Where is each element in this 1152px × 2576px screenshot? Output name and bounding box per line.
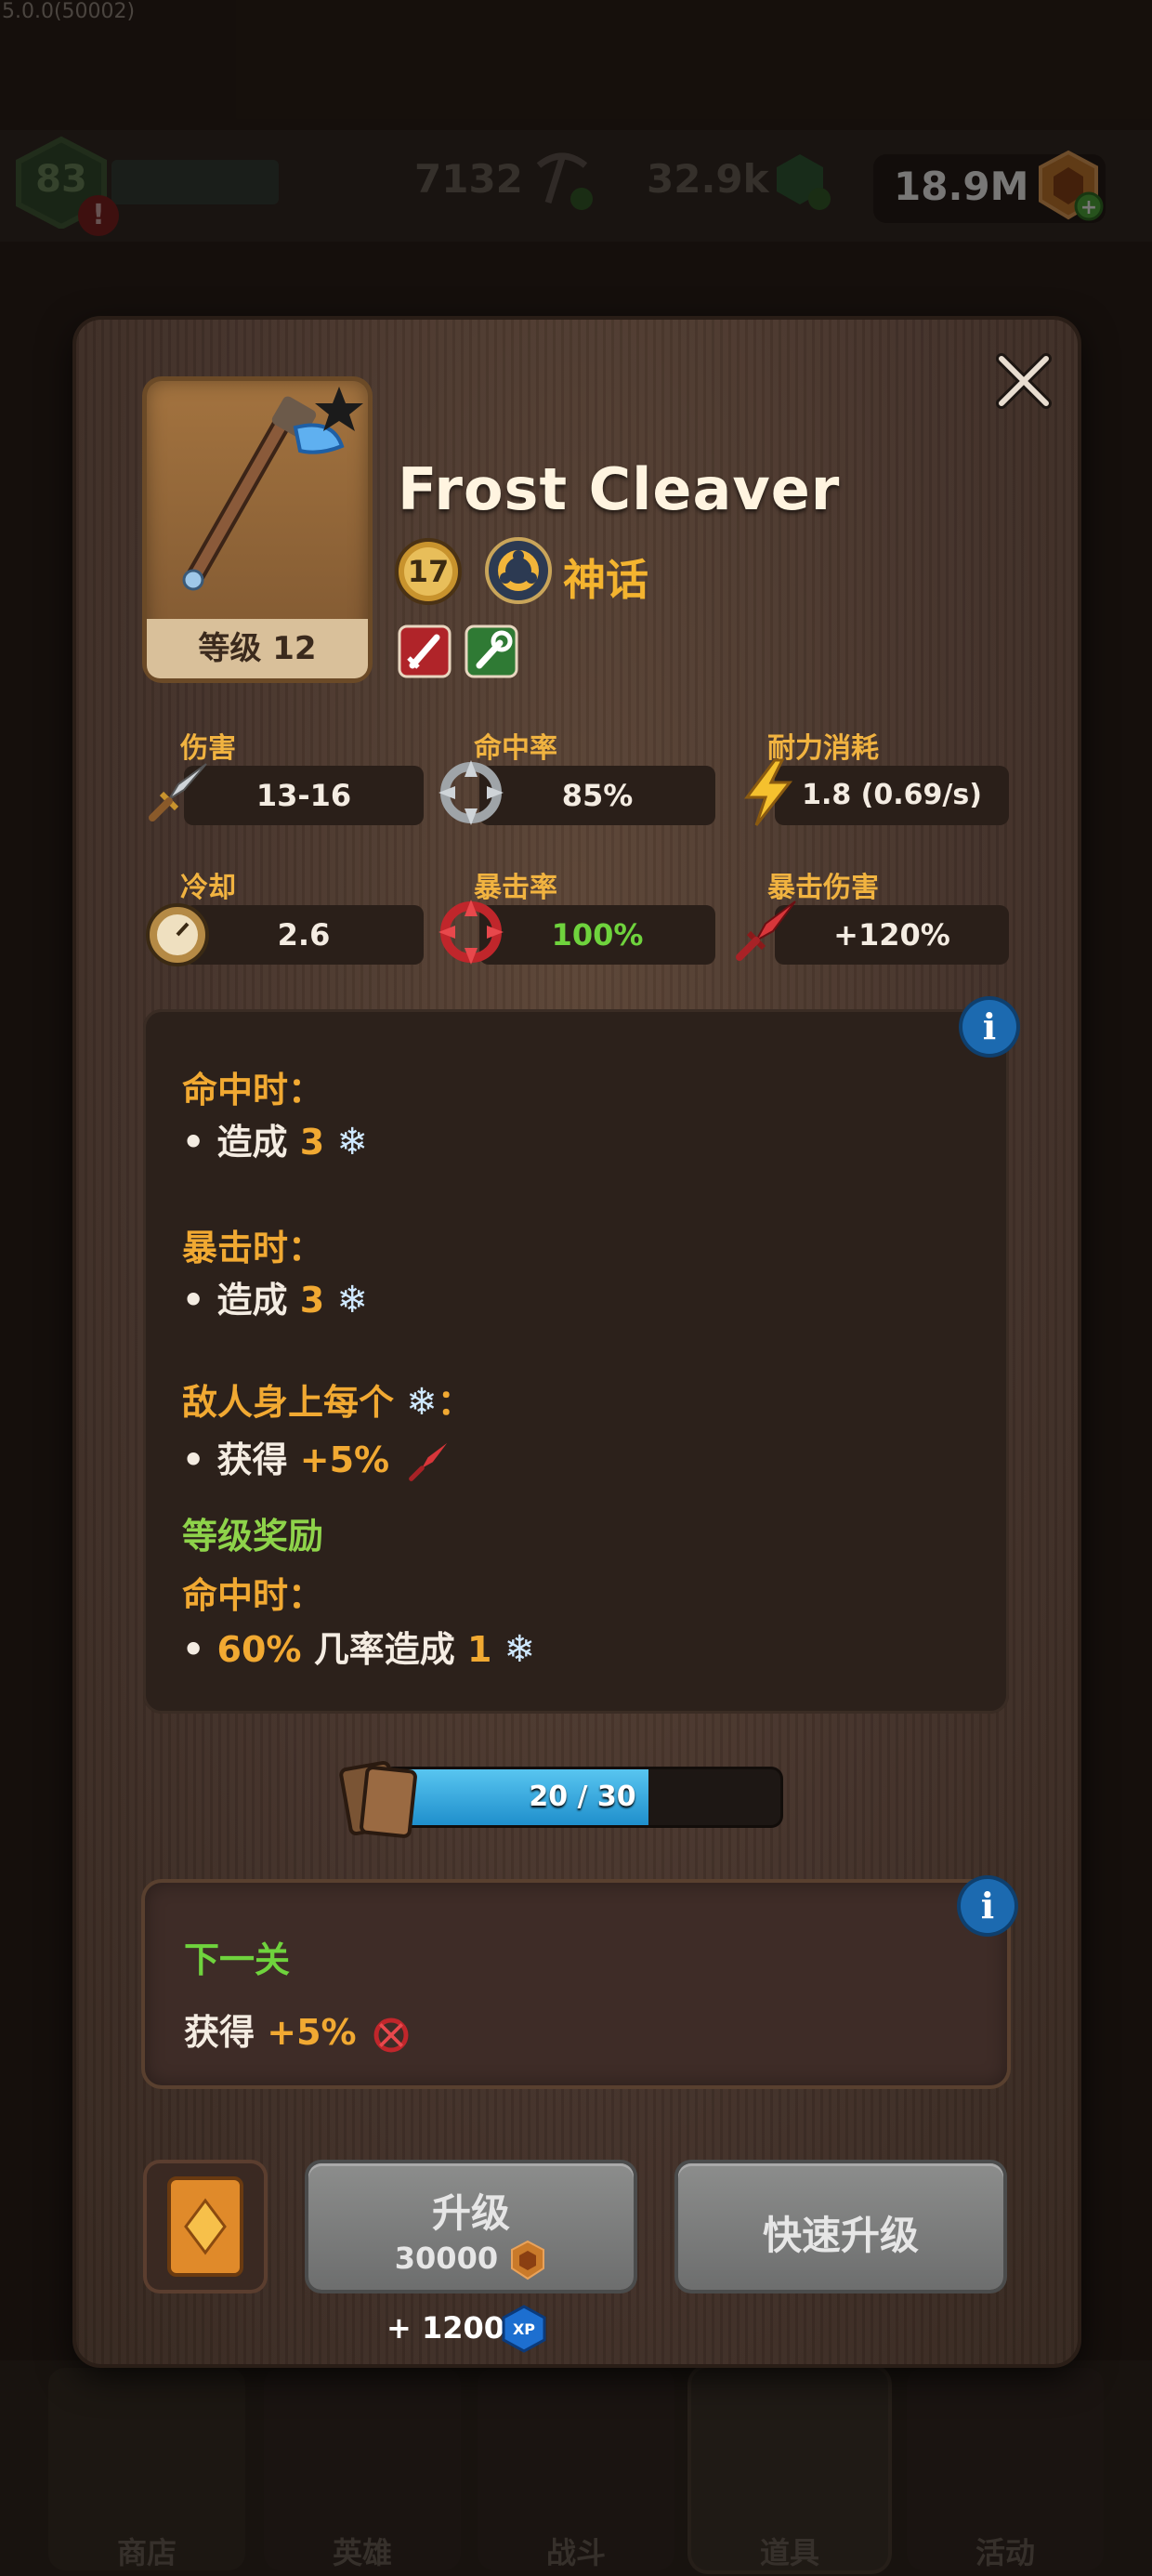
bonus-effect: • 60% 几率造成 1 ❄ (182, 1621, 535, 1672)
on-crit-effect: • 造成 3 ❄ (182, 1271, 368, 1322)
nav-battle-label: 战斗 (545, 2535, 606, 2570)
on-crit-value: 3 (299, 1280, 325, 1321)
next-level-prefix: 获得 (184, 2012, 255, 2053)
skill-book-button[interactable] (147, 2163, 264, 2290)
item-level-value: 17 (407, 554, 450, 589)
gold-shield-add-icon[interactable]: + (1033, 149, 1104, 223)
next-level-value: +5% (267, 2012, 357, 2053)
next-level-info-button[interactable]: i (961, 1879, 1015, 1933)
crit-rate-icon (373, 2017, 409, 2052)
upgrade-label: 升级 (431, 2190, 510, 2236)
xp-gain: + 1200 (386, 2310, 505, 2346)
lightning-icon (744, 758, 793, 826)
crit-damage-icon (409, 1442, 448, 1481)
stat-stamina-value: 1.8 (0.69/s) (775, 766, 1009, 825)
red-dagger-icon (736, 900, 796, 961)
version-label: 5.0.0(50002) (2, 0, 136, 23)
nav-events-label: 活动 (975, 2535, 1035, 2570)
resource-1-value: 7132 (414, 156, 523, 202)
upgrade-cost-value: 30000 (394, 2241, 499, 2276)
upgrade-cost: 30000 (308, 2240, 634, 2280)
frost-icon: ❄ (504, 1628, 536, 1671)
on-hit-value: 3 (299, 1122, 325, 1163)
bonus-chance: 60% (216, 1629, 302, 1670)
green-gem-icon[interactable] (767, 147, 832, 212)
xp-icon-text: XP (513, 2320, 535, 2338)
tool-tag-icon[interactable] (465, 624, 518, 678)
next-level-effect: 获得 +5% (184, 2004, 413, 2057)
quick-upgrade-label: 快速升级 (762, 2213, 919, 2258)
mythic-rarity-icon (485, 537, 552, 604)
on-crit-title: 暴击时： (182, 1219, 323, 1270)
on-hit-title-text: 命中时： (182, 1070, 324, 1111)
stat-crit-damage-value: +120% (775, 905, 1009, 965)
svg-text:+: + (1080, 196, 1097, 219)
item-name: Frost Cleaver (398, 455, 841, 523)
player-xp-bar (111, 160, 279, 204)
frost-icon: ❄ (406, 1381, 438, 1424)
per-stack-title-text: 敌人身上每个 (182, 1382, 395, 1423)
gold-value: 18.9M (894, 164, 1029, 209)
dagger-icon (149, 763, 207, 821)
stat-crit-rate-value: 100% (479, 905, 715, 965)
frost-icon: ❄ (336, 1121, 368, 1163)
on-hit-effect: • 造成 3 ❄ (182, 1113, 368, 1164)
pickaxe-icon[interactable] (530, 147, 595, 212)
frost-icon: ❄ (336, 1279, 368, 1321)
nav-items-label: 道具 (759, 2535, 819, 2570)
bonus-bullet: • (182, 1629, 205, 1670)
per-stack-title: 敌人身上每个 ❄： (182, 1373, 473, 1425)
on-crit-title-text: 暴击时： (182, 1228, 324, 1268)
stopwatch-icon (146, 903, 209, 966)
on-hit-prefix: • 造成 (182, 1122, 288, 1163)
nav-heroes-label: 英雄 (332, 2535, 392, 2570)
star-icon (315, 387, 363, 431)
resource-2-value: 32.9k (647, 156, 769, 202)
bonus-value: 1 (466, 1629, 492, 1670)
crit-crosshair-icon (439, 900, 504, 965)
close-icon[interactable] (987, 344, 1061, 418)
stat-cooldown-value: 2.6 (184, 905, 424, 965)
on-crit-prefix: • 造成 (182, 1280, 288, 1321)
item-level-badge: 17 (394, 537, 463, 606)
bonus-on-hit-title: 命中时： (182, 1567, 323, 1618)
per-stack-prefix: • 获得 (182, 1439, 288, 1480)
next-level-title: 下一关 (184, 1939, 291, 1980)
per-stack-value: +5% (299, 1439, 390, 1480)
stat-accuracy-value: 85% (479, 766, 715, 825)
level-bonus-title-text: 等级奖励 (182, 1516, 324, 1557)
item-card-level: 等级 12 (147, 619, 368, 678)
rarity-label: 神话 (563, 555, 648, 605)
alert-badge[interactable]: ! (78, 195, 119, 236)
per-stack-effect: • 获得 +5% (182, 1431, 453, 1486)
quick-upgrade-button[interactable]: 快速升级 (678, 2163, 1003, 2290)
book-icon (167, 2176, 243, 2277)
nav-shop-label: 商店 (116, 2535, 177, 2570)
cards-icon (339, 1760, 417, 1838)
on-hit-title: 命中时： (182, 1061, 323, 1112)
level-bonus-title: 等级奖励 (182, 1507, 323, 1558)
weapon-tag-icon[interactable] (398, 624, 452, 678)
upgrade-button[interactable]: 升级 30000 (308, 2163, 634, 2290)
gold-shield-icon (511, 2240, 545, 2280)
crosshair-icon (439, 760, 504, 825)
per-stack-colon: ： (437, 1382, 473, 1423)
effects-info-button[interactable]: i (962, 1000, 1016, 1054)
card-progress-text: 20 / 30 (529, 1781, 636, 1813)
bonus-on-hit-title-text: 命中时： (182, 1575, 324, 1616)
bonus-mid-text: 几率造成 (313, 1629, 455, 1670)
xp-icon: XP (502, 2305, 546, 2353)
stat-damage-value: 13-16 (184, 766, 424, 825)
